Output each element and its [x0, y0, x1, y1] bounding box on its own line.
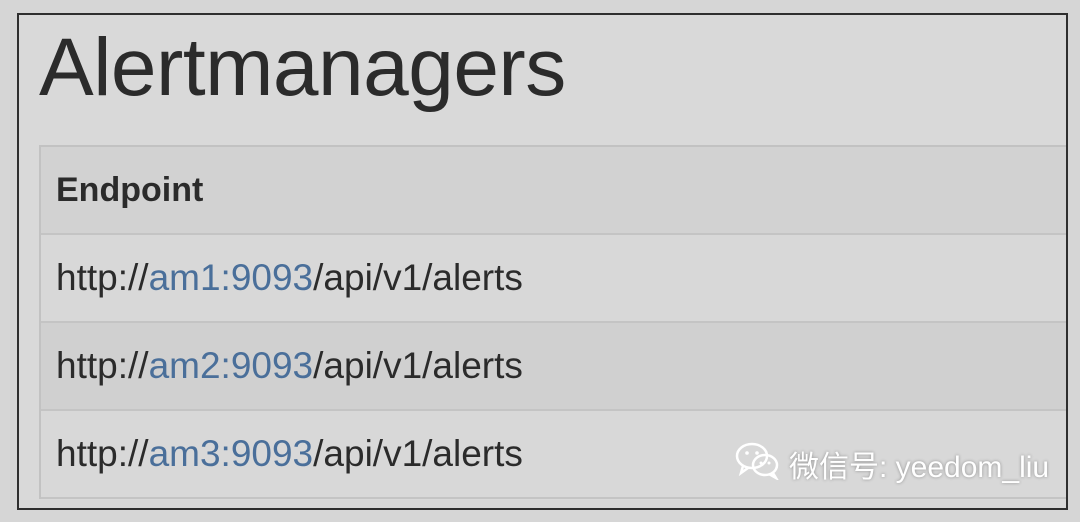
watermark-text: 微信号: yeedom_liu	[789, 451, 1050, 484]
endpoint-host-link[interactable]: am3:9093	[149, 433, 314, 475]
page-frame: Alertmanagers Endpoint http://am1:9093/a…	[17, 13, 1068, 510]
endpoint-prefix: http://	[56, 345, 149, 386]
endpoint-path: /api/v1/alerts	[313, 433, 523, 474]
endpoint-path: /api/v1/alerts	[313, 345, 523, 386]
page-title: Alertmanagers	[39, 22, 566, 113]
endpoint-prefix: http://	[56, 433, 149, 474]
endpoint-path: /api/v1/alerts	[313, 257, 523, 298]
endpoint-prefix: http://	[56, 257, 149, 298]
endpoint-host-link[interactable]: am2:9093	[149, 345, 314, 387]
table-row: http://am2:9093/api/v1/alerts	[41, 323, 1066, 411]
endpoint-host-link[interactable]: am1:9093	[149, 257, 314, 299]
table-header-endpoint: Endpoint	[41, 147, 1066, 235]
wechat-icon	[735, 440, 789, 488]
table-row: http://am1:9093/api/v1/alerts	[41, 235, 1066, 323]
watermark: 微信号: yeedom_liu	[735, 440, 1049, 488]
